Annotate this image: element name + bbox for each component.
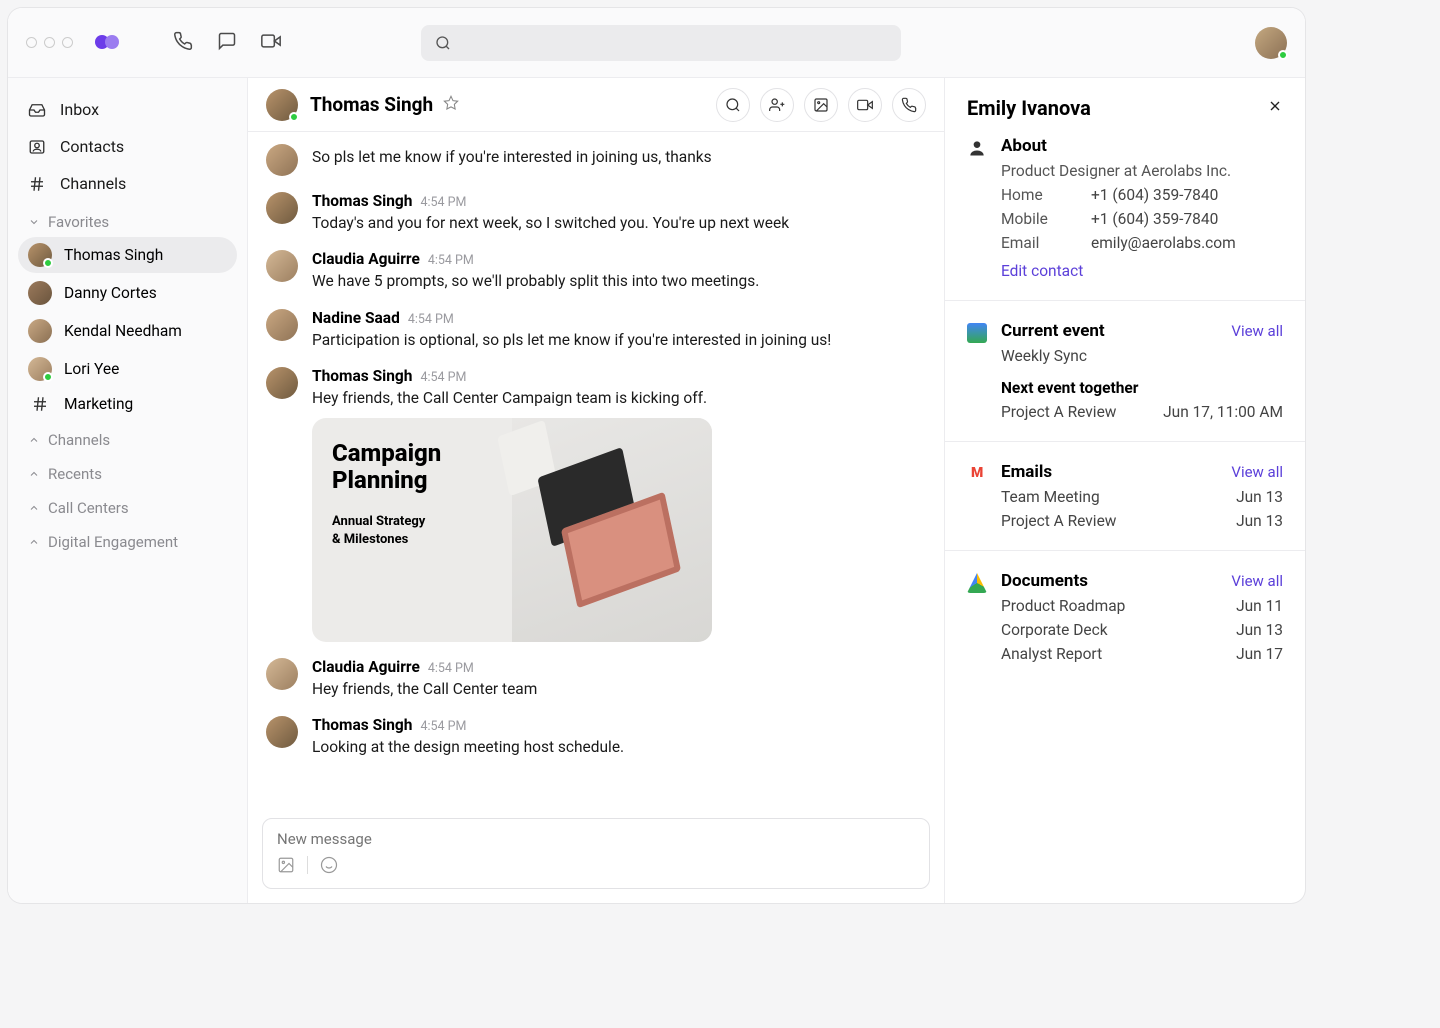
nav-label: Channels — [60, 174, 126, 193]
view-all-events[interactable]: View all — [1231, 322, 1283, 340]
card-illustration — [512, 418, 712, 642]
message: So pls let me know if you're interested … — [266, 136, 926, 184]
nav-label: Inbox — [60, 100, 99, 119]
search-icon — [435, 35, 451, 51]
message: Nadine Saad4:54 PM Participation is opti… — [266, 301, 926, 359]
message: Thomas Singh4:54 PM Looking at the desig… — [266, 708, 926, 766]
phone-icon[interactable] — [173, 31, 193, 55]
sidebar: Inbox Contacts Channels Favorites Thomas… — [8, 78, 248, 903]
message-composer[interactable] — [262, 818, 930, 889]
hash-icon — [31, 395, 49, 413]
inbox-icon — [28, 101, 46, 119]
conversation-avatar — [266, 89, 298, 121]
message-avatar — [266, 192, 298, 224]
app-logo — [95, 31, 123, 55]
conversation-pane: Thomas Singh So pls let me know if you'r… — [248, 78, 945, 903]
drive-icon — [967, 573, 987, 593]
section-channels[interactable]: Channels — [18, 421, 237, 453]
message-icon[interactable] — [217, 31, 237, 55]
message-list[interactable]: So pls let me know if you're interested … — [248, 132, 944, 818]
section-digital-engagement[interactable]: Digital Engagement — [18, 523, 237, 555]
emoji-icon[interactable] — [320, 856, 338, 878]
message-avatar — [266, 658, 298, 690]
message: Claudia Aguirre4:54 PM We have 5 prompts… — [266, 242, 926, 300]
message-avatar — [266, 309, 298, 341]
close-panel-button[interactable] — [1267, 98, 1283, 118]
favorite-lori-yee[interactable]: Lori Yee — [18, 351, 237, 387]
current-user-avatar[interactable] — [1255, 27, 1287, 59]
doc-item[interactable]: Product RoadmapJun 11 — [1001, 597, 1283, 615]
gmail-icon — [967, 464, 987, 484]
doc-item[interactable]: Corporate DeckJun 13 — [1001, 621, 1283, 639]
contacts-icon — [28, 138, 46, 156]
chevron-up-icon — [28, 434, 40, 446]
conversation-header: Thomas Singh — [248, 78, 944, 132]
search-bar[interactable] — [421, 25, 901, 61]
message-avatar — [266, 250, 298, 282]
contact-panel: Emily Ivanova About Product Designer at … — [945, 78, 1305, 903]
favorite-danny-cortes[interactable]: Danny Cortes — [18, 275, 237, 311]
window-controls[interactable] — [26, 37, 73, 48]
message: Claudia Aguirre4:54 PM Hey friends, the … — [266, 650, 926, 708]
email-item[interactable]: Team MeetingJun 13 — [1001, 488, 1283, 506]
calendar-icon — [967, 323, 987, 343]
conversation-title: Thomas Singh — [310, 93, 433, 116]
favorite-marketing[interactable]: Marketing — [18, 389, 237, 419]
search-input[interactable] — [459, 35, 887, 50]
message: Thomas Singh4:54 PM Today's and you for … — [266, 184, 926, 242]
favorites-header[interactable]: Favorites — [18, 203, 237, 235]
nav-channels[interactable]: Channels — [18, 166, 237, 201]
section-recents[interactable]: Recents — [18, 455, 237, 487]
search-conversation-button[interactable] — [716, 88, 750, 122]
voice-call-button[interactable] — [892, 88, 926, 122]
chevron-up-icon — [28, 502, 40, 514]
attach-image-icon[interactable] — [277, 856, 295, 878]
video-icon[interactable] — [261, 31, 281, 55]
star-button[interactable] — [443, 95, 459, 115]
nav-label: Contacts — [60, 137, 124, 156]
topbar — [8, 8, 1305, 78]
email-item[interactable]: Project A ReviewJun 13 — [1001, 512, 1283, 530]
attachment-card[interactable]: Campaign Planning Annual Strategy& Miles… — [312, 418, 712, 642]
composer-input[interactable] — [277, 830, 915, 848]
view-all-emails[interactable]: View all — [1231, 463, 1283, 481]
favorite-thomas-singh[interactable]: Thomas Singh — [18, 237, 237, 273]
video-call-button[interactable] — [848, 88, 882, 122]
image-button[interactable] — [804, 88, 838, 122]
chevron-down-icon — [28, 216, 40, 228]
message-avatar — [266, 367, 298, 399]
chevron-up-icon — [28, 468, 40, 480]
message-avatar — [266, 144, 298, 176]
add-people-button[interactable] — [760, 88, 794, 122]
doc-item[interactable]: Analyst ReportJun 17 — [1001, 645, 1283, 663]
message-avatar — [266, 716, 298, 748]
nav-inbox[interactable]: Inbox — [18, 92, 237, 127]
hash-icon — [28, 175, 46, 193]
panel-contact-name: Emily Ivanova — [967, 96, 1091, 120]
favorite-kendal-needham[interactable]: Kendal Needham — [18, 313, 237, 349]
chevron-up-icon — [28, 536, 40, 548]
view-all-docs[interactable]: View all — [1231, 572, 1283, 590]
presence-indicator — [1278, 50, 1288, 60]
nav-contacts[interactable]: Contacts — [18, 129, 237, 164]
message: Thomas Singh4:54 PM Hey friends, the Cal… — [266, 359, 926, 649]
person-icon — [967, 138, 987, 158]
edit-contact-link[interactable]: Edit contact — [1001, 262, 1083, 280]
section-call-centers[interactable]: Call Centers — [18, 489, 237, 521]
